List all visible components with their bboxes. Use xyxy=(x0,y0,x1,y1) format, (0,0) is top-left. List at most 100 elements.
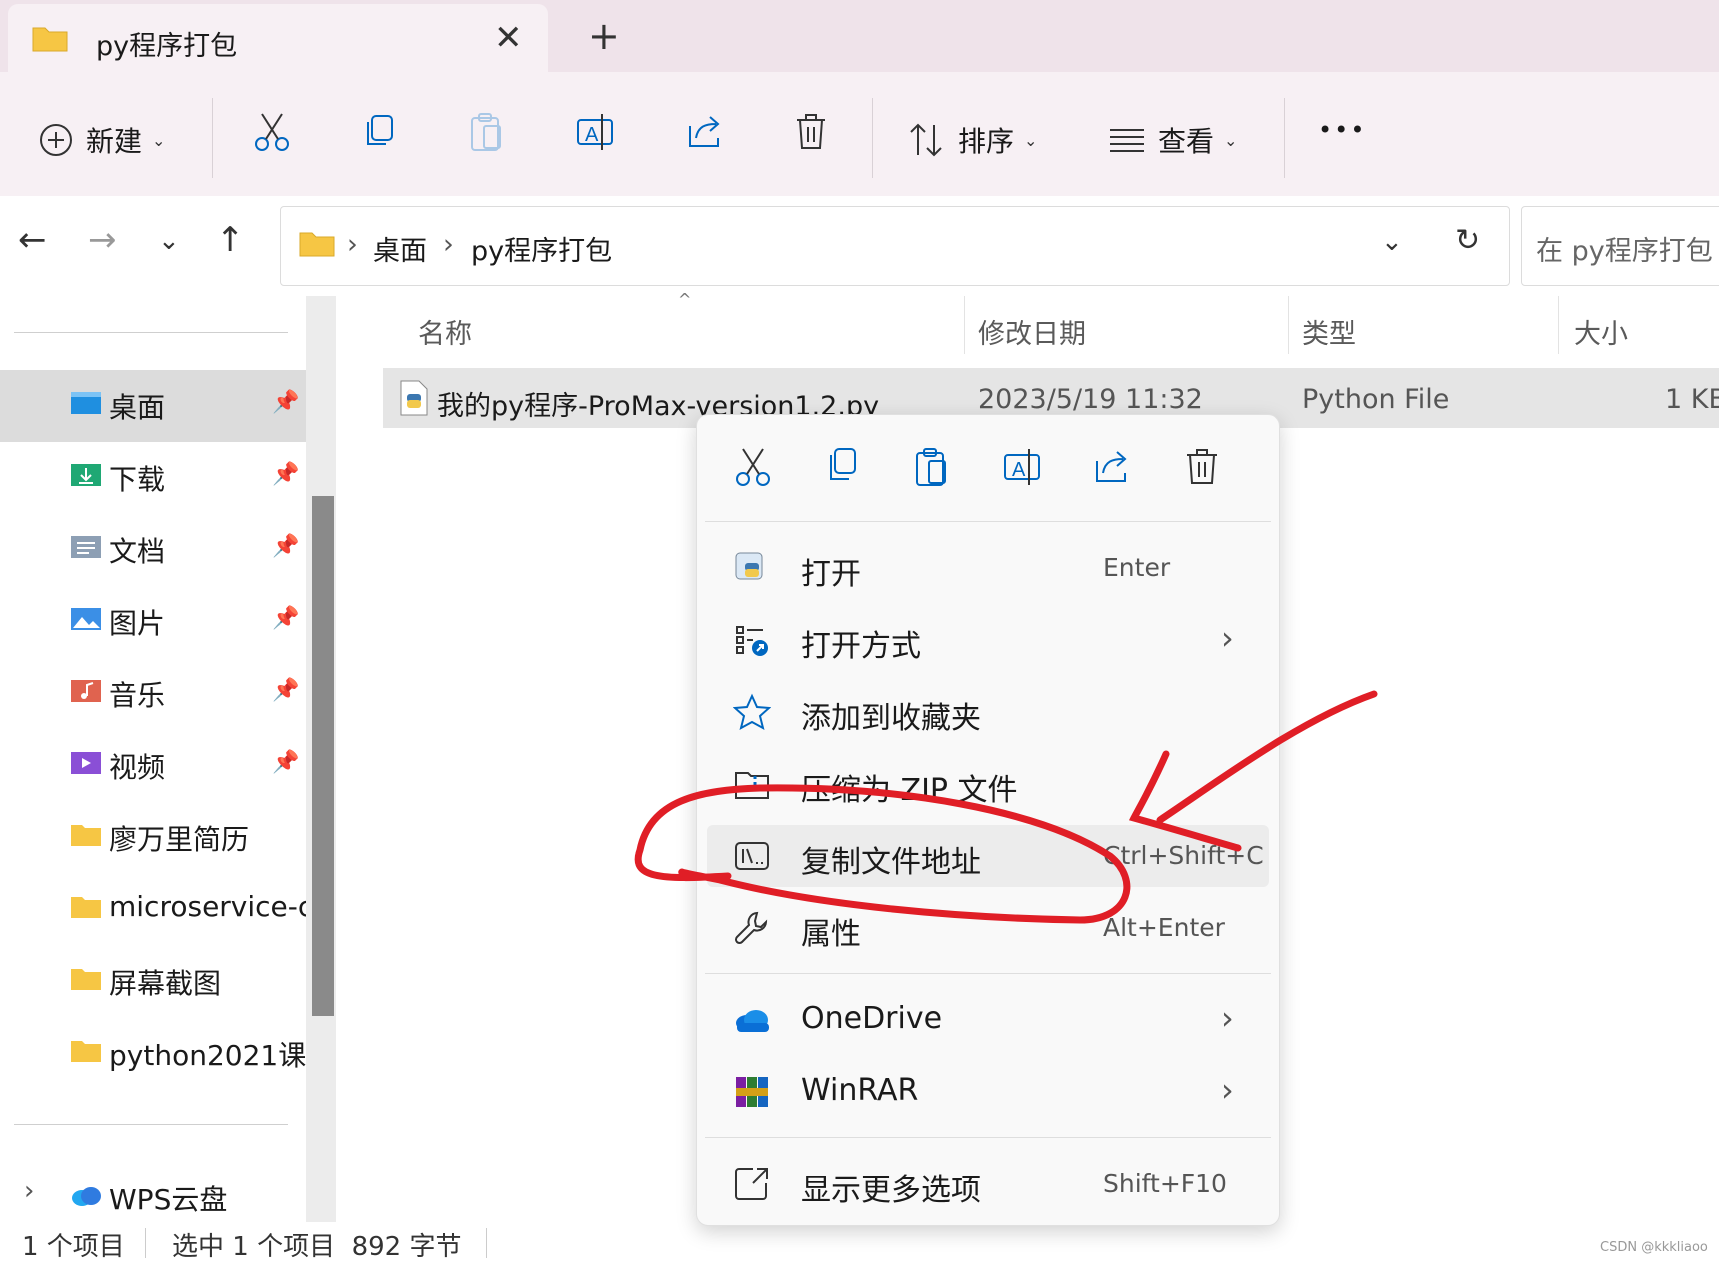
sidebar-item-label: 视频 xyxy=(109,751,166,784)
close-icon[interactable]: ✕ xyxy=(494,18,523,58)
file-type: Python File xyxy=(1302,384,1450,415)
more-options-button[interactable]: ••• xyxy=(1318,116,1366,144)
item-count: 1 个项目 xyxy=(22,1232,125,1262)
column-divider[interactable] xyxy=(1558,296,1559,354)
sidebar-divider xyxy=(14,1124,288,1125)
new-tab-button[interactable]: + xyxy=(588,14,620,58)
svg-text:A: A xyxy=(1012,459,1026,481)
navigation-bar: ← → ⌄ ↑ › 桌面 › py程序打包 ⌄ ↻ 在 py程序打包 xyxy=(0,196,1719,292)
sidebar-item-music[interactable]: 音乐 📌 xyxy=(0,658,306,730)
pictures-icon xyxy=(71,608,101,630)
column-header-type[interactable]: 类型 xyxy=(1302,312,1356,351)
menu-item-open[interactable]: 打开 Enter xyxy=(707,537,1269,599)
menu-item-label: 属性 xyxy=(801,917,861,952)
menu-item-label: 压缩为 ZIP 文件 xyxy=(801,773,1018,808)
menu-item-label: 打开 xyxy=(801,557,861,592)
downloads-icon xyxy=(71,464,101,486)
menu-item-compress-zip[interactable]: 压缩为 ZIP 文件 xyxy=(707,753,1269,815)
delete-icon[interactable] xyxy=(1181,445,1225,489)
paste-icon[interactable] xyxy=(470,112,504,152)
copy-icon[interactable] xyxy=(362,114,396,150)
search-box[interactable]: 在 py程序打包 xyxy=(1521,206,1719,286)
sidebar-item-label: 廖万里简历 xyxy=(109,823,250,856)
folder-icon xyxy=(71,825,101,846)
column-header-size[interactable]: 大小 xyxy=(1574,312,1628,351)
up-icon[interactable]: ↑ xyxy=(216,220,245,260)
pin-icon: 📌 xyxy=(272,462,300,487)
column-divider[interactable] xyxy=(964,296,965,354)
sidebar-item-folder[interactable]: microservice-cl xyxy=(0,874,306,946)
chevron-down-icon[interactable]: ⌄ xyxy=(1381,227,1403,257)
column-divider[interactable] xyxy=(1288,296,1289,354)
menu-divider xyxy=(705,1137,1271,1138)
chevron-right-icon: › xyxy=(1221,619,1234,657)
status-divider xyxy=(145,1228,146,1258)
breadcrumb-separator-icon: › xyxy=(347,229,358,260)
menu-item-label: OneDrive xyxy=(801,1001,943,1036)
sidebar-item-desktop[interactable]: 桌面 📌 xyxy=(0,370,306,442)
menu-item-onedrive[interactable]: OneDrive › xyxy=(707,989,1269,1051)
menu-item-shortcut: Alt+Enter xyxy=(1103,913,1225,942)
menu-item-winrar[interactable]: WinRAR › xyxy=(707,1061,1269,1123)
file-date: 2023/5/19 11:32 xyxy=(978,384,1203,415)
status-bar: 1 个项目 选中 1 个项目 892 字节 xyxy=(0,1222,1719,1264)
pin-icon: 📌 xyxy=(272,750,300,775)
menu-item-show-more[interactable]: 显示更多选项 Shift+F10 xyxy=(707,1153,1269,1215)
breadcrumb-desktop[interactable]: 桌面 xyxy=(373,229,427,268)
chevron-right-icon[interactable]: › xyxy=(24,1176,34,1206)
share-icon[interactable] xyxy=(686,112,724,150)
forward-icon[interactable]: → xyxy=(88,220,117,260)
recent-chevron-icon[interactable]: ⌄ xyxy=(158,226,180,256)
breadcrumb-current-folder[interactable]: py程序打包 xyxy=(471,229,612,268)
menu-item-copy-path[interactable]: 复制文件地址 Ctrl+Shift+C xyxy=(707,825,1269,887)
back-icon[interactable]: ← xyxy=(18,220,47,260)
sidebar-item-videos[interactable]: 视频 📌 xyxy=(0,730,306,802)
new-button[interactable]: 新建 ⌄ xyxy=(38,112,165,168)
menu-item-label: 显示更多选项 xyxy=(801,1173,981,1208)
toolbar-divider xyxy=(872,98,873,178)
documents-icon xyxy=(71,536,101,558)
refresh-icon[interactable]: ↻ xyxy=(1455,223,1480,258)
sidebar-item-pictures[interactable]: 图片 📌 xyxy=(0,586,306,658)
python-launcher-icon xyxy=(735,552,763,580)
share-icon[interactable] xyxy=(1091,445,1135,489)
sidebar-item-label: microservice-cl xyxy=(109,890,306,923)
breadcrumb-separator-icon: › xyxy=(443,229,454,260)
sidebar-scrollbar-thumb[interactable] xyxy=(312,496,334,1016)
copy-path-icon xyxy=(735,842,769,870)
plus-circle-icon xyxy=(40,124,72,156)
chevron-down-icon: ⌄ xyxy=(1024,130,1038,150)
delete-icon[interactable] xyxy=(794,112,828,150)
sidebar-item-downloads[interactable]: 下载 📌 xyxy=(0,442,306,514)
column-header-name[interactable]: 名称 xyxy=(418,312,472,351)
view-button[interactable]: 查看 ⌄ xyxy=(1108,112,1237,168)
rename-icon[interactable]: A xyxy=(576,112,616,152)
selection-info: 选中 1 个项目 892 字节 xyxy=(172,1232,462,1262)
sidebar-item-documents[interactable]: 文档 📌 xyxy=(0,514,306,586)
cut-icon[interactable] xyxy=(731,445,775,489)
sort-button[interactable]: 排序 ⌄ xyxy=(908,112,1037,168)
tab-active[interactable]: py程序打包 ✕ xyxy=(8,4,548,72)
sidebar-item-label: WPS云盘 xyxy=(109,1183,228,1216)
folder-icon xyxy=(32,27,68,52)
svg-text:A: A xyxy=(585,124,599,146)
rename-icon[interactable]: A xyxy=(1001,445,1045,489)
menu-item-add-favorites[interactable]: 添加到收藏夹 xyxy=(707,681,1269,743)
sidebar-item-label: 下载 xyxy=(109,463,166,496)
menu-item-label: 添加到收藏夹 xyxy=(801,701,981,736)
sidebar-item-folder[interactable]: 屏幕截图 xyxy=(0,946,306,1018)
address-bar[interactable]: › 桌面 › py程序打包 ⌄ ↻ xyxy=(280,206,1510,286)
menu-divider xyxy=(705,973,1271,974)
cloud-icon xyxy=(72,1187,101,1206)
folder-icon xyxy=(71,1041,101,1062)
paste-icon[interactable] xyxy=(911,445,955,489)
sidebar-item-folder[interactable]: python2021课程 xyxy=(0,1018,306,1090)
column-header-date[interactable]: 修改日期 xyxy=(978,312,1086,351)
copy-icon[interactable] xyxy=(821,445,865,489)
menu-item-open-with[interactable]: 打开方式 › xyxy=(707,609,1269,671)
sidebar-item-label: 屏幕截图 xyxy=(109,967,222,1000)
menu-item-properties[interactable]: 属性 Alt+Enter xyxy=(707,897,1269,959)
pin-icon: 📌 xyxy=(272,534,300,559)
sidebar-item-folder[interactable]: 廖万里简历 xyxy=(0,802,306,874)
cut-icon[interactable] xyxy=(254,112,290,152)
